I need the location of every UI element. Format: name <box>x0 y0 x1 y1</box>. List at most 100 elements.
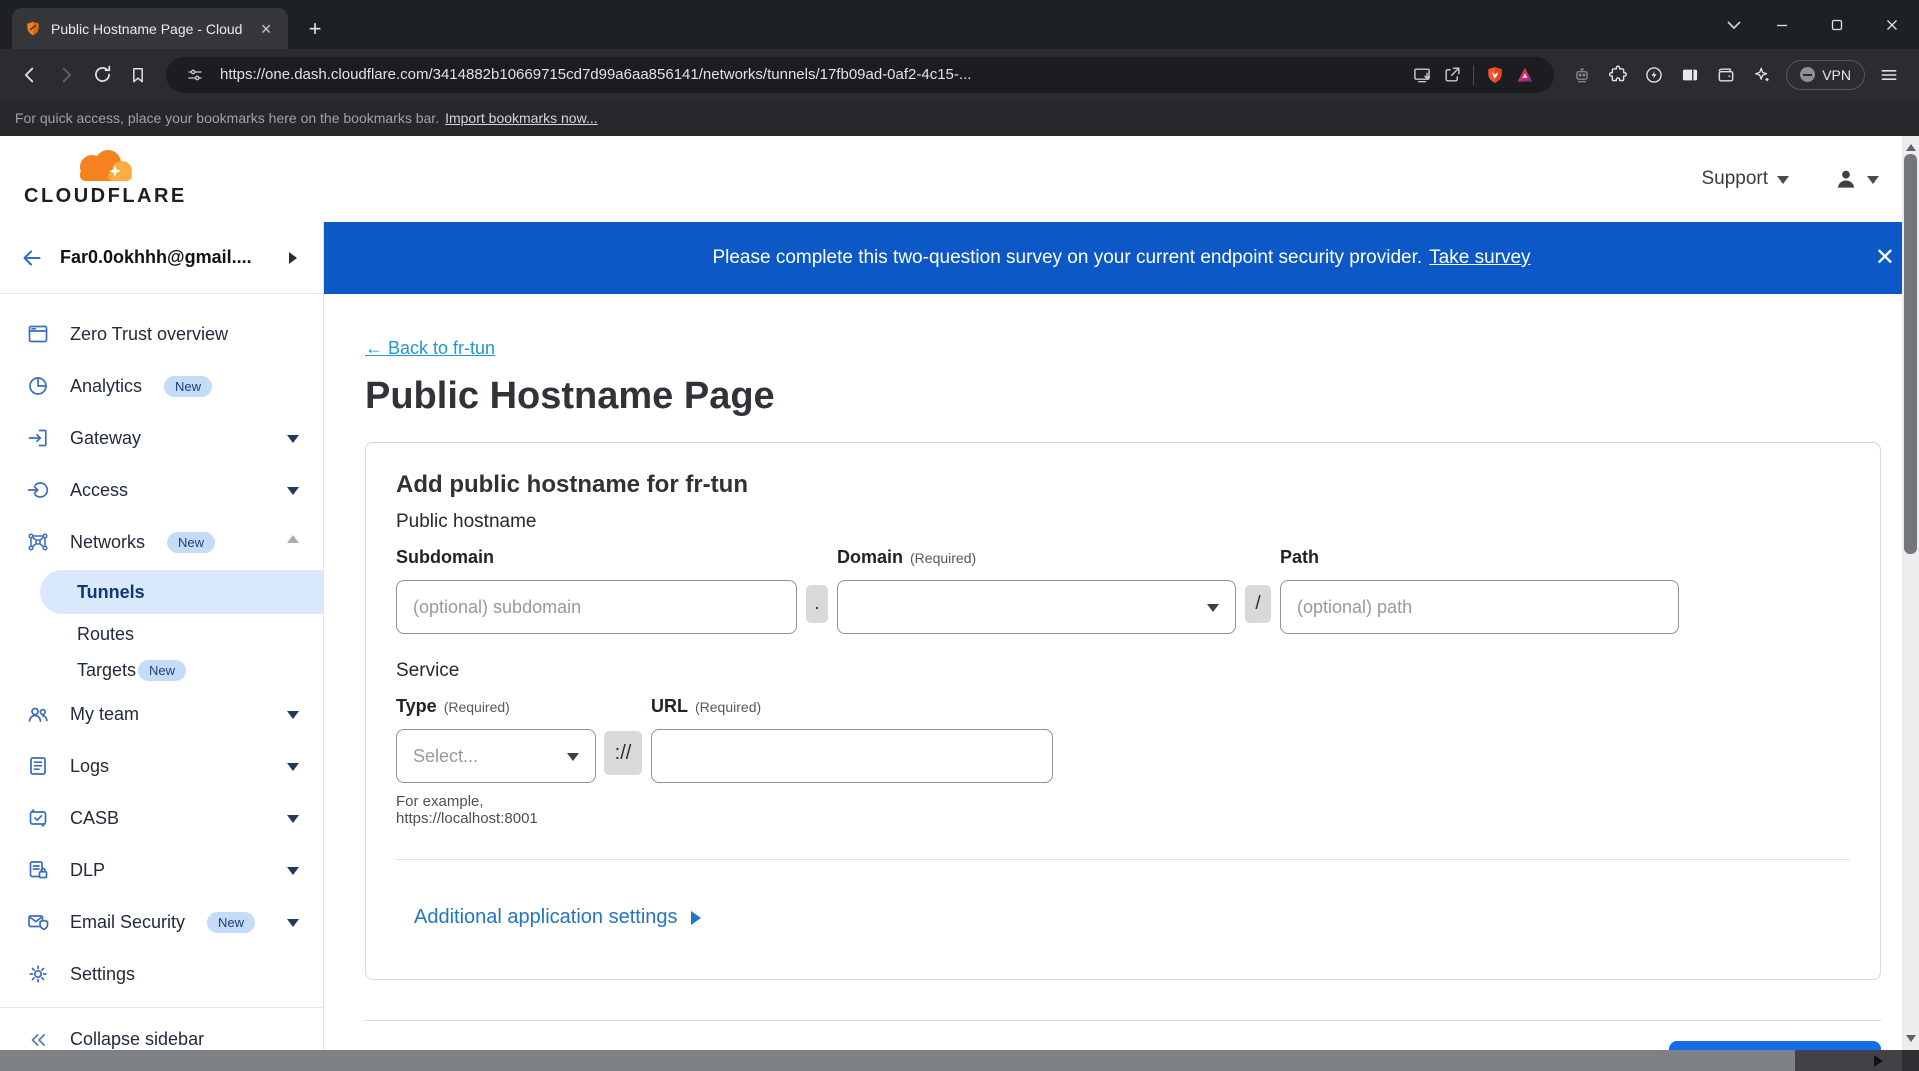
cloudflare-logo[interactable]: CLOUDFLARE <box>24 147 164 211</box>
chevron-right-icon[interactable] <box>289 252 303 264</box>
horizontal-scrollbar[interactable] <box>0 1050 1919 1071</box>
browser-window: Public Hostname Page - Cloud ✕ + <box>0 0 1919 1071</box>
sidebar-item-logs[interactable]: Logs <box>0 740 323 792</box>
sidebar-account-row[interactable]: Far0.0okhhh@gmail.... <box>0 222 323 294</box>
new-badge: New <box>167 532 215 553</box>
sidebar-item-my-team[interactable]: My team <box>0 688 323 740</box>
sidebar-item-label: Zero Trust overview <box>70 324 228 345</box>
scroll-up-arrow-icon[interactable] <box>1906 139 1916 151</box>
sidebar-item-label: Settings <box>70 964 135 985</box>
window-minimize-button[interactable] <box>1754 0 1809 49</box>
required-hint: (Required) <box>444 699 510 715</box>
url-bar[interactable]: https://one.dash.cloudflare.com/3414882b… <box>166 57 1554 93</box>
bookmark-icon[interactable] <box>120 57 156 93</box>
chevron-right-icon <box>691 911 708 925</box>
new-badge: New <box>138 660 186 681</box>
new-badge: New <box>164 376 212 397</box>
window-maximize-button[interactable] <box>1809 0 1864 49</box>
sidebar-item-label: CASB <box>70 808 119 829</box>
back-button[interactable] <box>12 57 48 93</box>
cloudflare-dashboard: CLOUDFLARE Support Far0.0okhhh@gmail.... <box>0 136 1919 1071</box>
account-email: Far0.0okhhh@gmail.... <box>60 247 273 268</box>
sidebar-item-label: DLP <box>70 860 105 881</box>
dlp-icon <box>26 858 50 882</box>
sidebar-toggle-icon[interactable] <box>1672 57 1708 93</box>
scroll-right-arrow-icon[interactable] <box>1874 1055 1889 1067</box>
additional-settings-toggle[interactable]: Additional application settings <box>414 906 1850 929</box>
team-icon <box>26 702 50 726</box>
sidebar-item-access[interactable]: Access <box>0 464 323 516</box>
type-select[interactable]: Select... <box>396 729 596 783</box>
overview-window-icon <box>26 322 50 346</box>
forward-button[interactable] <box>48 57 84 93</box>
sidebar-item-analytics[interactable]: Analytics New <box>0 360 323 412</box>
dot-separator: . <box>806 585 828 623</box>
sidebar-item-settings[interactable]: Settings <box>0 948 323 1000</box>
sidebar-item-casb[interactable]: CASB <box>0 792 323 844</box>
extensions-puzzle-icon[interactable] <box>1600 57 1636 93</box>
gateway-icon <box>26 426 50 450</box>
tab-bar: Public Hostname Page - Cloud ✕ + <box>0 0 1919 49</box>
import-bookmarks-link[interactable]: Import bookmarks now... <box>445 110 598 126</box>
new-badge: New <box>207 912 255 933</box>
site-settings-tune-icon[interactable] <box>180 60 210 90</box>
domain-select[interactable] <box>837 580 1236 634</box>
url-text[interactable]: https://one.dash.cloudflare.com/3414882b… <box>220 66 1407 83</box>
back-arrow-icon[interactable] <box>20 246 44 270</box>
sidebar-subitem-routes[interactable]: Routes <box>0 616 323 652</box>
new-tab-button[interactable]: + <box>298 12 332 46</box>
sidebar-item-networks[interactable]: Networks New <box>0 516 323 568</box>
chevron-down-icon <box>287 435 299 449</box>
required-hint: (Required) <box>910 550 976 566</box>
sidebar-item-email-security[interactable]: Email Security New <box>0 896 323 948</box>
sidebar-item-label: Email Security <box>70 912 185 933</box>
scrollbar-corner <box>1902 1050 1919 1071</box>
leo-ai-icon[interactable] <box>1564 57 1600 93</box>
take-survey-link[interactable]: Take survey <box>1429 247 1530 269</box>
brave-rewards-icon[interactable] <box>1510 60 1540 90</box>
wallet-icon[interactable] <box>1708 57 1744 93</box>
tab-close-icon[interactable]: ✕ <box>256 20 276 38</box>
chevron-down-icon <box>567 753 579 767</box>
sidebar-subitem-targets[interactable]: Targets New <box>0 652 323 688</box>
bookmarks-bar: For quick access, place your bookmarks h… <box>0 100 1919 136</box>
share-icon[interactable] <box>1437 60 1467 90</box>
sidebar-item-zero-trust-overview[interactable]: Zero Trust overview <box>0 308 323 360</box>
scroll-down-arrow-icon[interactable] <box>1906 1035 1916 1047</box>
toolbar-divider <box>1473 65 1474 85</box>
browser-tab[interactable]: Public Hostname Page - Cloud ✕ <box>12 8 288 49</box>
support-menu[interactable]: Support <box>1701 168 1789 190</box>
account-menu[interactable] <box>1833 166 1879 192</box>
sidebar-subitem-tunnels[interactable]: Tunnels <box>40 570 323 614</box>
chevron-down-icon <box>287 867 299 881</box>
sidebar-item-label: Access <box>70 480 128 501</box>
slash-separator: / <box>1245 585 1271 623</box>
sidebar-subitem-label: Routes <box>77 624 134 645</box>
window-close-button[interactable] <box>1864 0 1919 49</box>
tab-search-chevron-icon[interactable] <box>1714 21 1754 29</box>
leo-sparkle-icon[interactable] <box>1744 57 1780 93</box>
sidebar-item-dlp[interactable]: DLP <box>0 844 323 896</box>
path-input[interactable] <box>1280 580 1679 634</box>
vpn-button[interactable]: VPN <box>1786 60 1865 90</box>
type-select-value: Select... <box>413 746 478 767</box>
chevron-down-icon <box>1777 176 1789 190</box>
horizontal-scrollbar-thumb[interactable] <box>0 1050 1795 1071</box>
service-url-input[interactable] <box>651 729 1053 783</box>
vertical-scrollbar[interactable] <box>1902 136 1919 1050</box>
page-title: Public Hostname Page <box>365 375 1919 418</box>
back-to-tunnel-link[interactable]: ← Back to fr-tun <box>365 338 495 359</box>
subdomain-input[interactable] <box>396 580 797 634</box>
vertical-scrollbar-thumb[interactable] <box>1904 154 1917 554</box>
type-label: Type(Required) <box>396 696 596 717</box>
chevron-down-icon <box>287 815 299 829</box>
reload-button[interactable] <box>84 57 120 93</box>
brave-shields-icon[interactable] <box>1480 60 1510 90</box>
logs-icon <box>26 754 50 778</box>
banner-close-icon[interactable]: ✕ <box>1875 246 1895 270</box>
sidebar: Far0.0okhhh@gmail.... Zero Trust overvie… <box>0 222 324 1071</box>
sidebar-item-gateway[interactable]: Gateway <box>0 412 323 464</box>
install-app-icon[interactable] <box>1407 60 1437 90</box>
speedreader-icon[interactable] <box>1636 57 1672 93</box>
menu-hamburger-icon[interactable] <box>1871 57 1907 93</box>
